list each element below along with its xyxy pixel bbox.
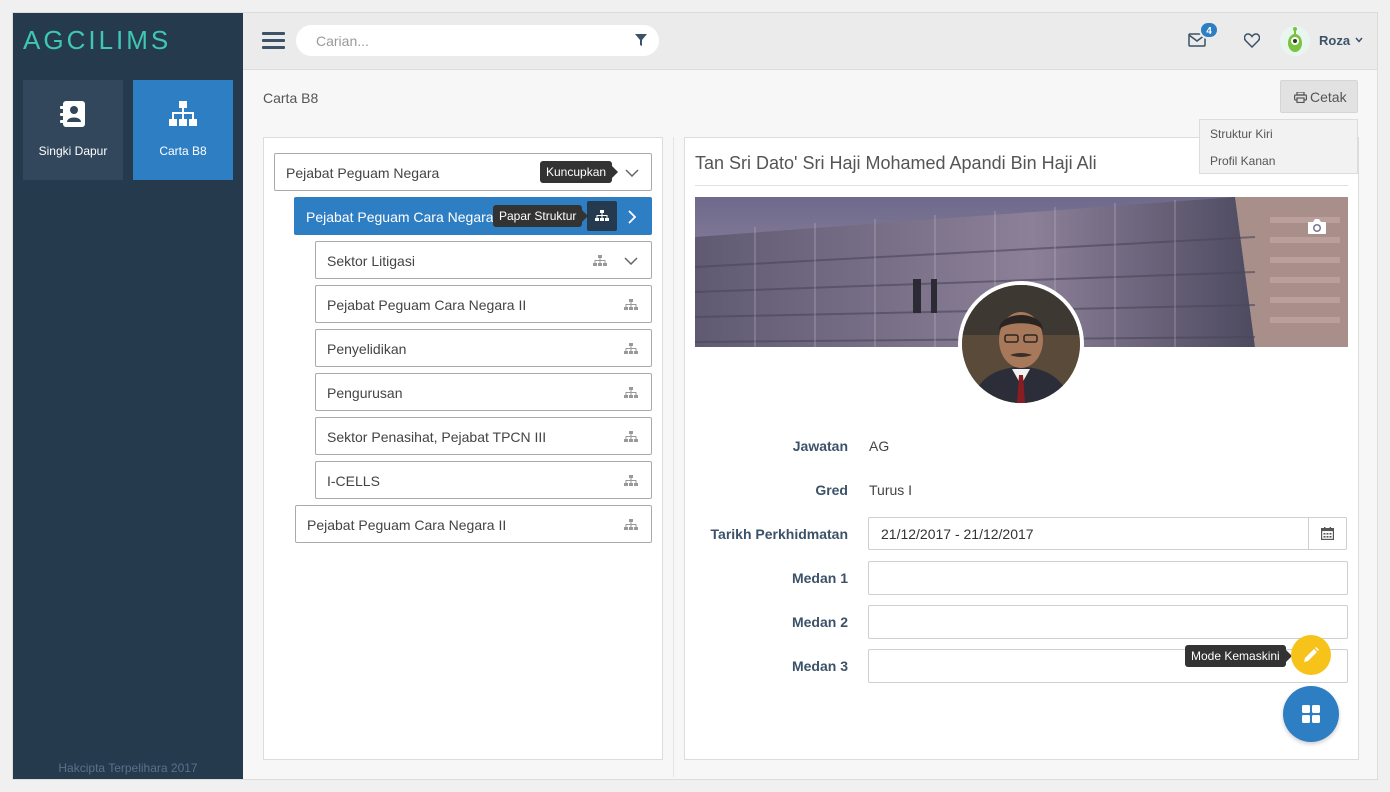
print-icon [1294, 92, 1307, 103]
print-dropdown-menu: Struktur Kiri Profil Kanan [1199, 119, 1358, 174]
show-structure-tooltip: Papar Struktur [493, 205, 589, 227]
page-title: Carta B8 [263, 90, 319, 106]
medan1-input[interactable] [868, 561, 1348, 595]
divider [695, 185, 1348, 186]
print-label: Cetak [1310, 89, 1347, 105]
pencil-icon [1304, 647, 1319, 662]
tree-node-child[interactable]: Sektor Penasihat, Pejabat TPCN III [315, 417, 652, 455]
jawatan-label: Jawatan [792, 438, 848, 454]
address-book-icon [60, 101, 85, 127]
sidebar-item-label: Singki Dapur [38, 144, 108, 158]
show-structure-button[interactable] [587, 201, 617, 231]
sitemap-icon[interactable] [624, 431, 638, 443]
sitemap-icon[interactable] [624, 343, 638, 355]
medan1-label: Medan 1 [791, 570, 848, 586]
search-input[interactable] [296, 25, 626, 56]
gred-label: Gred [815, 482, 848, 498]
app-logo: AGCILIMS [23, 25, 172, 55]
tree-node-label: Pejabat Peguam Cara Negara II [307, 517, 507, 533]
user-name[interactable]: Roza [1319, 33, 1350, 48]
edit-mode-tooltip: Mode Kemaskini [1185, 645, 1292, 667]
search-box [296, 25, 659, 56]
tree-node-sibling[interactable]: Pejabat Peguam Cara Negara II [295, 505, 652, 543]
sidebar-item-label: Carta B8 [159, 144, 207, 158]
sidebar: AGCILIMS Singki Dapur Carta B8 Hakcipta … [13, 13, 243, 779]
tree-node-child[interactable]: Penyelidikan [315, 329, 652, 367]
tree-node-label: I-CELLS [327, 473, 380, 489]
profile-photo [958, 281, 1084, 407]
heart-icon[interactable] [1244, 33, 1260, 48]
tree-node-label: Pejabat Peguam Negara [286, 165, 440, 181]
tarikh-label: Tarikh Perkhidmatan [710, 526, 848, 542]
tree-node-label: Pejabat Peguam Cara Negara II [327, 297, 527, 313]
print-button[interactable]: Cetak [1280, 80, 1358, 113]
collapse-tooltip: Kuncupkan [540, 161, 619, 183]
panel-divider [673, 137, 674, 777]
app-frame: AGCILIMS Singki Dapur Carta B8 Hakcipta … [12, 12, 1378, 780]
tree-node-label: Pejabat Peguam Cara Negara [306, 209, 494, 225]
sitemap-icon [595, 210, 609, 221]
chevron-down-icon[interactable] [624, 257, 638, 265]
chevron-down-icon[interactable] [625, 169, 639, 177]
medan2-input[interactable] [868, 605, 1348, 639]
tree-node-child[interactable]: Pengurusan [315, 373, 652, 411]
alien-avatar-icon [1280, 26, 1310, 56]
date-range-field [868, 517, 1347, 550]
medan3-label: Medan 3 [791, 658, 848, 674]
menu-item-profil-kanan[interactable]: Profil Kanan [1210, 154, 1275, 168]
apps-menu-button[interactable] [1283, 686, 1339, 742]
copyright-text: Hakcipta Terpelihara 2017 [58, 761, 198, 775]
camera-icon[interactable] [1307, 218, 1327, 235]
calendar-button[interactable] [1308, 518, 1346, 549]
tree-node-child[interactable]: Sektor Litigasi [315, 241, 652, 279]
profile-name: Tan Sri Dato' Sri Haji Mohamed Apandi Bi… [695, 153, 1097, 173]
menu-item-struktur-kiri[interactable]: Struktur Kiri [1210, 127, 1273, 141]
tree-node-label: Pengurusan [327, 385, 403, 401]
sitemap-icon[interactable] [624, 387, 638, 399]
chevron-right-icon[interactable] [628, 210, 636, 224]
tree-node-child[interactable]: Pejabat Peguam Cara Negara II [315, 285, 652, 323]
tree-node-child[interactable]: I-CELLS [315, 461, 652, 499]
tree-node-label: Penyelidikan [327, 341, 407, 357]
sitemap-icon[interactable] [624, 475, 638, 487]
sidebar-item-carta-b8[interactable]: Carta B8 [133, 80, 233, 180]
edit-mode-button[interactable] [1291, 635, 1331, 675]
sitemap-icon[interactable] [624, 519, 638, 531]
sidebar-item-singki-dapur[interactable]: Singki Dapur [23, 80, 123, 180]
jawatan-value: AG [869, 438, 890, 454]
sitemap-icon [169, 101, 197, 126]
gred-value: Turus I [869, 482, 913, 498]
sitemap-icon[interactable] [593, 255, 607, 267]
medan2-label: Medan 2 [791, 614, 848, 630]
calendar-icon [1321, 527, 1334, 540]
user-avatar[interactable] [1280, 26, 1310, 56]
tree-node-label: Sektor Penasihat, Pejabat TPCN III [327, 429, 547, 445]
grid-icon [1302, 705, 1320, 723]
portrait-image [962, 285, 1080, 403]
tree-node-active[interactable]: Pejabat Peguam Cara Negara [294, 197, 652, 235]
sitemap-icon[interactable] [624, 299, 638, 311]
hamburger-menu-icon[interactable] [262, 32, 285, 50]
date-range-input[interactable] [869, 518, 1309, 549]
mail-count-badge: 4 [1199, 21, 1219, 39]
top-header: 4 Roza [243, 13, 1377, 70]
chevron-down-icon[interactable] [1355, 37, 1363, 43]
tree-node-label: Sektor Litigasi [327, 253, 415, 269]
filter-icon[interactable] [635, 34, 647, 47]
